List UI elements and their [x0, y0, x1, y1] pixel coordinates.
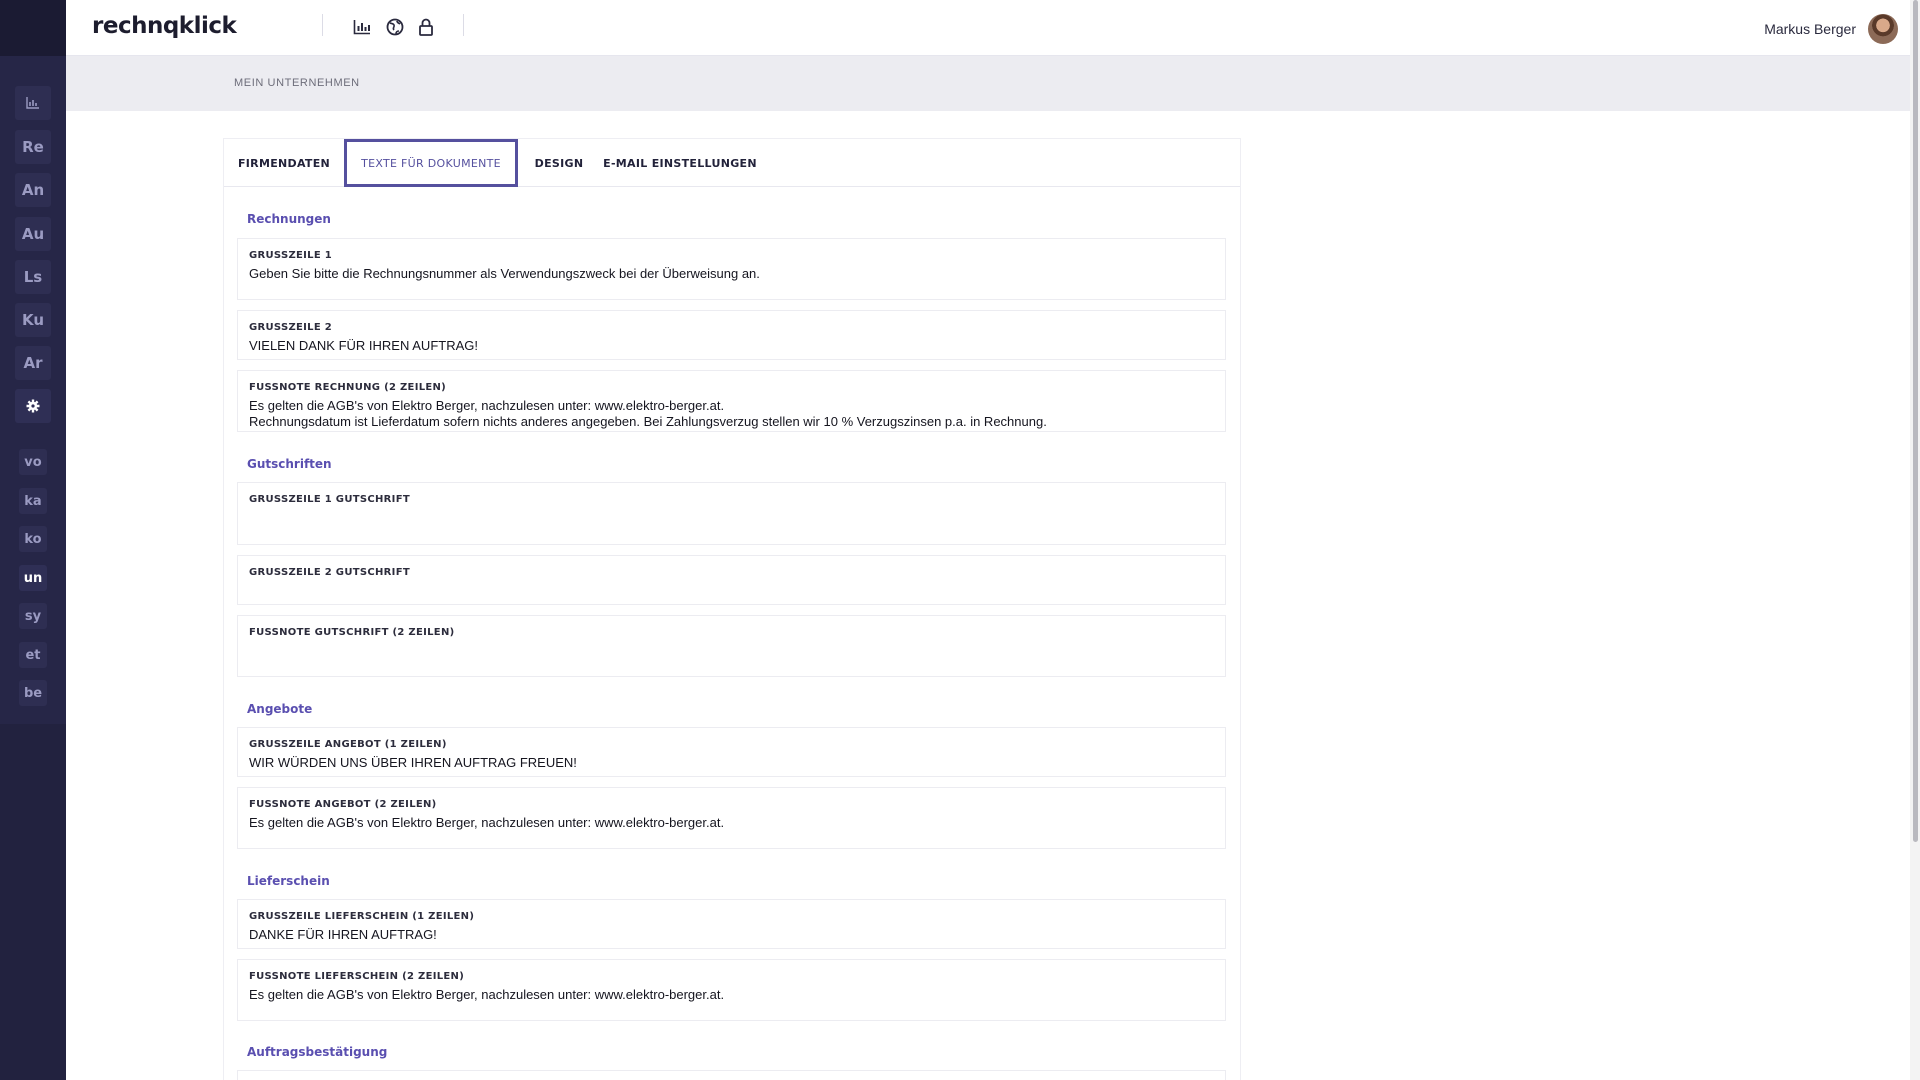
- sidebar-nav: Re An Au Ls Ku Ar vo ka ko un sy et be: [0, 56, 66, 724]
- section-title-gutschriften: Gutschriften: [247, 457, 332, 471]
- sidebar: Re An Au Ls Ku Ar vo ka ko un sy et be: [0, 0, 66, 1080]
- field-fussnote-rechnung[interactable]: FUSSNOTE RECHNUNG (2 ZEILEN) Es gelten d…: [237, 370, 1226, 432]
- field-label: FUSSNOTE RECHNUNG (2 ZEILEN): [249, 382, 447, 393]
- sidebar-item-label: Ar: [23, 354, 43, 372]
- sidebar-item-label: be: [23, 685, 43, 701]
- section-title-lieferschein: Lieferschein: [247, 874, 330, 888]
- sidebar-sub-item-ko[interactable]: ko: [19, 526, 47, 552]
- sidebar-item-label: Ls: [23, 268, 43, 286]
- field-grusszeile-1-gutschrift[interactable]: GRUSSZEILE 1 GUTSCHRIFT: [237, 482, 1226, 545]
- field-label: GRUSSZEILE 2 GUTSCHRIFT: [249, 567, 410, 578]
- sidebar-item-label: An: [21, 181, 45, 199]
- tab-email-einstellungen[interactable]: E-MAIL EINSTELLUNGEN: [600, 139, 760, 187]
- field-value[interactable]: DANKE FÜR IHREN AUFTRAG!: [249, 927, 1215, 943]
- sidebar-item-settings[interactable]: [15, 389, 51, 423]
- tab-texte-fuer-dokumente[interactable]: TEXTE FÜR DOKUMENTE: [344, 139, 518, 187]
- avatar[interactable]: [1868, 14, 1898, 44]
- field-value[interactable]: VIELEN DANK FÜR IHREN AUFTRAG!: [249, 338, 1215, 354]
- sidebar-item-angebote[interactable]: An: [15, 173, 51, 207]
- tab-firmendaten[interactable]: FIRMENDATEN: [224, 139, 344, 187]
- header-divider: [463, 14, 464, 36]
- sidebar-item-kunden[interactable]: Ku: [15, 303, 51, 337]
- field-label: GRUSSZEILE 1: [249, 250, 333, 261]
- gear-icon: [26, 399, 40, 413]
- field-label: GRUSSZEILE 1 GUTSCHRIFT: [249, 494, 410, 505]
- breadcrumb-bar: MEIN UNTERNEHMEN: [66, 56, 1910, 111]
- field-value[interactable]: WIR WÜRDEN UNS ÜBER IHREN AUFTRAG FREUEN…: [249, 755, 1215, 771]
- scrollbar-thumb[interactable]: [1913, 0, 1918, 842]
- field-grusszeile-2-gutschrift[interactable]: GRUSSZEILE 2 GUTSCHRIFT: [237, 555, 1226, 605]
- field-fussnote-angebot[interactable]: FUSSNOTE ANGEBOT (2 ZEILEN) Es gelten di…: [237, 787, 1226, 849]
- field-grusszeile-angebot[interactable]: GRUSSZEILE ANGEBOT (1 ZEILEN) WIR WÜRDEN…: [237, 727, 1226, 777]
- field-label: FUSSNOTE LIEFERSCHEIN (2 ZEILEN): [249, 971, 465, 982]
- sidebar-item-dashboard[interactable]: [15, 86, 51, 120]
- sidebar-item-label: et: [25, 647, 41, 663]
- user-name[interactable]: Markus Berger: [1764, 21, 1856, 37]
- sidebar-sub-item-be[interactable]: be: [19, 680, 47, 706]
- field-fussnote-gutschrift[interactable]: FUSSNOTE GUTSCHRIFT (2 ZEILEN): [237, 615, 1226, 677]
- sidebar-item-label: sy: [24, 608, 42, 624]
- sidebar-item-label: ko: [24, 531, 42, 547]
- chart-icon[interactable]: [351, 16, 373, 38]
- section-title-rechnungen: Rechnungen: [247, 212, 331, 226]
- field-grusszeile-1[interactable]: GRUSSZEILE 1 Geben Sie bitte die Rechnun…: [237, 238, 1226, 300]
- field-grusszeile-lieferschein[interactable]: GRUSSZEILE LIEFERSCHEIN (1 ZEILEN) DANKE…: [237, 899, 1226, 949]
- sidebar-item-label: un: [23, 570, 43, 586]
- breadcrumb: MEIN UNTERNEHMEN: [234, 77, 360, 89]
- field-value[interactable]: Es gelten die AGB's von Elektro Berger, …: [249, 398, 1215, 430]
- section-title-angebote: Angebote: [247, 702, 313, 716]
- tab-bar: FIRMENDATEN TEXTE FÜR DOKUMENTE DESIGN E…: [224, 139, 1240, 187]
- field-auftragsbestaetigung-partial[interactable]: [237, 1070, 1226, 1080]
- page-scrollbar[interactable]: [1910, 0, 1920, 1080]
- field-label: FUSSNOTE ANGEBOT (2 ZEILEN): [249, 799, 437, 810]
- app-logo[interactable]: rechnqklick: [92, 13, 237, 39]
- field-value[interactable]: Es gelten die AGB's von Elektro Berger, …: [249, 815, 1215, 831]
- sidebar-item-rechnungen[interactable]: Re: [15, 130, 51, 164]
- section-title-auftragsbestaetigung: Auftragsbestätigung: [247, 1045, 388, 1059]
- field-label: GRUSSZEILE LIEFERSCHEIN (1 ZEILEN): [249, 911, 475, 922]
- chart-icon: [26, 97, 39, 109]
- field-label: FUSSNOTE GUTSCHRIFT (2 ZEILEN): [249, 627, 455, 638]
- sidebar-sub-item-sy[interactable]: sy: [19, 603, 47, 629]
- sidebar-item-label: Re: [22, 138, 44, 156]
- field-value[interactable]: Es gelten die AGB's von Elektro Berger, …: [249, 987, 1215, 1003]
- settings-card: FIRMENDATEN TEXTE FÜR DOKUMENTE DESIGN E…: [224, 139, 1240, 1080]
- sidebar-sub-item-ka[interactable]: ka: [19, 488, 47, 514]
- sidebar-item-auftraege[interactable]: Au: [15, 217, 51, 251]
- sidebar-item-label: ka: [24, 493, 42, 509]
- sidebar-sub-item-un[interactable]: un: [19, 565, 47, 591]
- sidebar-item-artikel[interactable]: Ar: [15, 346, 51, 380]
- field-fussnote-lieferschein[interactable]: FUSSNOTE LIEFERSCHEIN (2 ZEILEN) Es gelt…: [237, 959, 1226, 1021]
- field-value[interactable]: Geben Sie bitte die Rechnungsnummer als …: [249, 266, 1215, 282]
- top-header: rechnqklick Markus Berger: [66, 0, 1920, 56]
- field-label: GRUSSZEILE 2: [249, 322, 333, 333]
- tab-design[interactable]: DESIGN: [518, 139, 600, 187]
- header-divider: [322, 14, 323, 36]
- globe-icon[interactable]: [384, 16, 406, 38]
- field-grusszeile-2[interactable]: GRUSSZEILE 2 VIELEN DANK FÜR IHREN AUFTR…: [237, 310, 1226, 360]
- sidebar-item-label: Au: [21, 225, 45, 243]
- sidebar-item-label: Ku: [21, 311, 45, 329]
- field-label: GRUSSZEILE ANGEBOT (1 ZEILEN): [249, 739, 447, 750]
- sidebar-item-lieferscheine[interactable]: Ls: [15, 260, 51, 294]
- lock-icon[interactable]: [415, 16, 437, 38]
- sidebar-sub-item-vo[interactable]: vo: [19, 449, 47, 475]
- sidebar-header: [0, 0, 66, 56]
- sidebar-sub-item-et[interactable]: et: [19, 642, 47, 668]
- sidebar-item-label: vo: [24, 454, 42, 470]
